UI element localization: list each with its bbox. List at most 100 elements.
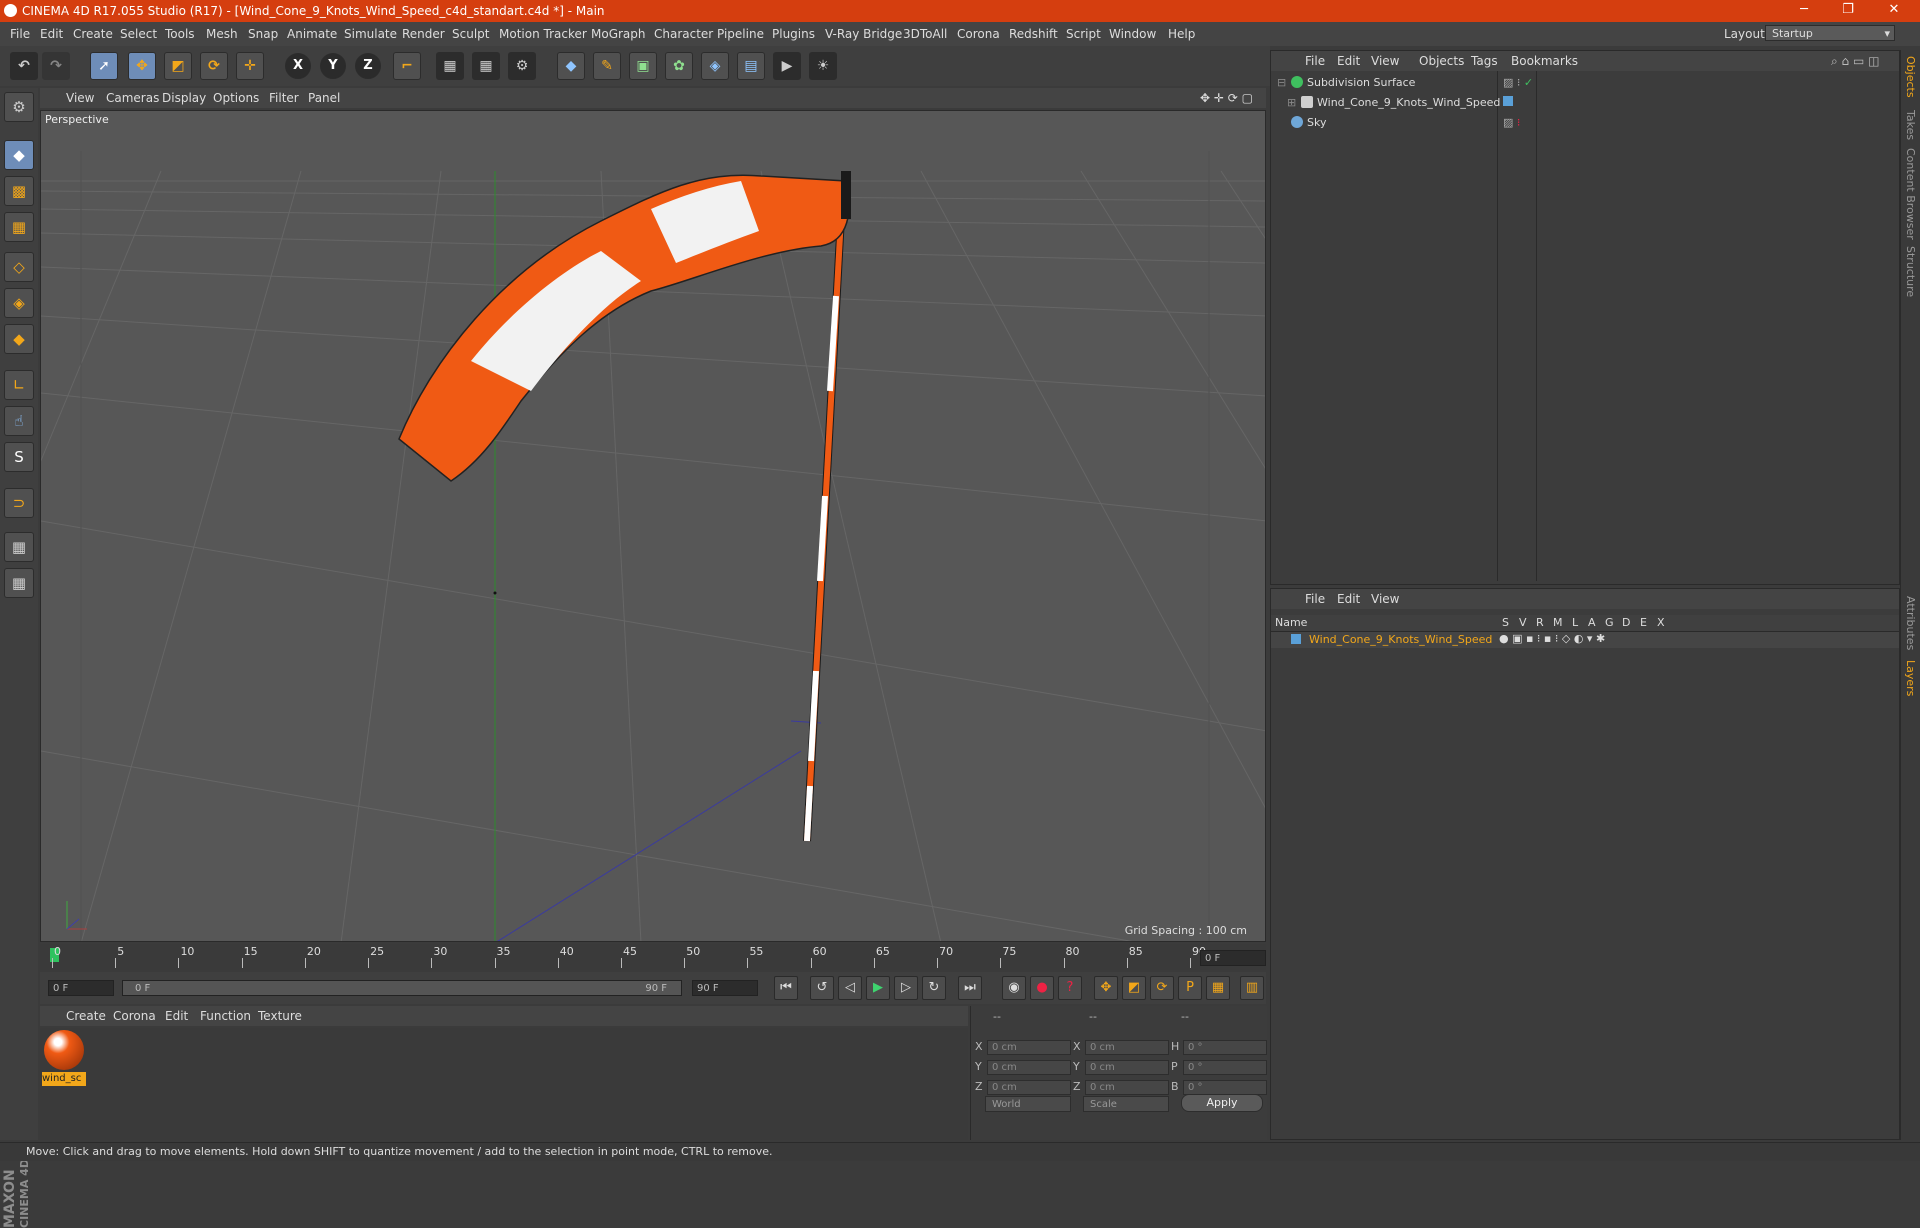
viewport-menu-options[interactable]: Options: [213, 91, 259, 105]
menu-plugins[interactable]: Plugins: [772, 27, 815, 41]
menu-mograph[interactable]: MoGraph: [591, 27, 646, 41]
tab-attributes[interactable]: Attributes: [1904, 596, 1917, 650]
start-frame-field[interactable]: 0 F: [48, 980, 114, 996]
menu-animate[interactable]: Animate: [287, 27, 337, 41]
cube-primitive-icon[interactable]: ◆: [557, 52, 585, 80]
polygons-mode-icon[interactable]: ◆: [4, 324, 34, 354]
rotation-b-field[interactable]: 0 °: [1183, 1080, 1267, 1095]
menu-redshift[interactable]: Redshift: [1009, 27, 1058, 41]
viewport-navigation-icons[interactable]: ✥ ✛ ⟳ ▢: [1200, 91, 1253, 105]
om-menu-objects[interactable]: Objects: [1419, 54, 1464, 68]
menu-tools[interactable]: Tools: [165, 27, 195, 41]
tab-objects[interactable]: Objects: [1904, 56, 1917, 98]
layer-color-swatch[interactable]: [1291, 634, 1301, 644]
object-visibility-icon[interactable]: ▨ ⁝ ✓: [1503, 76, 1533, 89]
menu-3dtoall[interactable]: 3DToAll: [903, 27, 947, 41]
menu-snap[interactable]: Snap: [248, 27, 278, 41]
menu-help[interactable]: Help: [1168, 27, 1195, 41]
magnet-icon[interactable]: ⊃: [4, 488, 34, 518]
go-to-end-icon[interactable]: ⏭: [958, 976, 982, 1000]
om-search-home-icons[interactable]: ⌕ ⌂ ▭ ◫: [1831, 54, 1879, 69]
lm-menu-file[interactable]: File: [1305, 592, 1325, 606]
viewport-menu-panel[interactable]: Panel: [308, 91, 340, 105]
snap-icon[interactable]: S: [4, 442, 34, 472]
lm-menu-view[interactable]: View: [1371, 592, 1399, 606]
lock-workplane-icon[interactable]: ▦: [4, 532, 34, 562]
menu-script[interactable]: Script: [1066, 27, 1101, 41]
material-menu-edit[interactable]: Edit: [165, 1009, 188, 1023]
menu-create[interactable]: Create: [73, 27, 113, 41]
object-row[interactable]: Sky ▨ ⁝: [1273, 113, 1897, 132]
frame-range-slider[interactable]: 0 F 90 F: [122, 980, 682, 996]
key-scale-icon[interactable]: ◩: [1122, 976, 1146, 1000]
material-menu-corona[interactable]: Corona: [113, 1009, 156, 1023]
scale-tool-icon[interactable]: ◩: [164, 52, 192, 80]
z-axis-lock-button[interactable]: Z: [355, 53, 381, 79]
viewport-menu-filter[interactable]: Filter: [269, 91, 299, 105]
transform-mode-select[interactable]: Scale: [1083, 1096, 1169, 1112]
om-menu-tags[interactable]: Tags: [1471, 54, 1498, 68]
layer-toggle-icons[interactable]: ● ▣ ▪ ⁝ ▪ ⁝ ◇ ◐ ▾ ✱: [1499, 632, 1605, 645]
tweak-mode-icon[interactable]: ☝: [4, 406, 34, 436]
transform-tool-icon[interactable]: ✛: [236, 52, 264, 80]
floor-environment-icon[interactable]: ▤: [737, 52, 765, 80]
previous-frame-icon[interactable]: ◁: [838, 976, 862, 1000]
key-parameter-icon[interactable]: P: [1178, 976, 1202, 1000]
record-keys-icon[interactable]: ◉: [1002, 976, 1026, 1000]
undo-icon[interactable]: ↶: [10, 52, 38, 80]
render-settings-icon[interactable]: ⚙: [508, 52, 536, 80]
render-to-picture-viewer-icon[interactable]: ▦: [472, 52, 500, 80]
axis-mode-icon[interactable]: ∟: [4, 370, 34, 400]
viewport-menu-display[interactable]: Display: [162, 91, 206, 105]
light-bulb-icon[interactable]: ☀: [809, 52, 837, 80]
menu-pipeline[interactable]: Pipeline: [717, 27, 764, 41]
tab-layers[interactable]: Layers: [1904, 660, 1917, 696]
camera-icon[interactable]: ▶: [773, 52, 801, 80]
move-tool-icon[interactable]: ✥: [128, 52, 156, 80]
points-mode-icon[interactable]: ◇: [4, 252, 34, 282]
rotate-tool-icon[interactable]: ⟳: [200, 52, 228, 80]
autokeying-icon[interactable]: ●: [1030, 976, 1054, 1000]
rotation-h-field[interactable]: 0 °: [1183, 1040, 1267, 1055]
texture-mode-icon[interactable]: ▩: [4, 176, 34, 206]
layout-select[interactable]: Startup ▾: [1765, 25, 1895, 41]
rotation-p-field[interactable]: 0 °: [1183, 1060, 1267, 1075]
y-axis-lock-button[interactable]: Y: [320, 53, 346, 79]
maximize-button[interactable]: ❐: [1830, 2, 1866, 20]
subdivision-surface-icon[interactable]: ▣: [629, 52, 657, 80]
menu-render[interactable]: Render: [402, 27, 445, 41]
keyframe-selection-icon[interactable]: ?: [1058, 976, 1082, 1000]
menu-window[interactable]: Window: [1109, 27, 1156, 41]
layer-row[interactable]: Wind_Cone_9_Knots_Wind_Speed ● ▣ ▪ ⁝ ▪ ⁝…: [1271, 632, 1899, 648]
edges-mode-icon[interactable]: ◈: [4, 288, 34, 318]
material-menu-texture[interactable]: Texture: [258, 1009, 302, 1023]
expand-icon[interactable]: ⊟: [1277, 76, 1286, 89]
menu-sculpt[interactable]: Sculpt: [452, 27, 489, 41]
om-menu-view[interactable]: View: [1371, 54, 1399, 68]
perspective-viewport[interactable]: Perspective Grid Spacing : 100 cm: [40, 110, 1266, 942]
menu-edit[interactable]: Edit: [40, 27, 63, 41]
key-position-icon[interactable]: ✥: [1094, 976, 1118, 1000]
next-key-icon[interactable]: ↻: [922, 976, 946, 1000]
deformer-icon[interactable]: ◈: [701, 52, 729, 80]
redo-icon[interactable]: ↷: [42, 52, 70, 80]
object-row[interactable]: ⊞ Wind_Cone_9_Knots_Wind_Speed: [1273, 93, 1897, 112]
coordinate-system-icon[interactable]: ⌐: [393, 52, 421, 80]
menu-mesh[interactable]: Mesh: [206, 27, 238, 41]
end-frame-field[interactable]: 90 F: [692, 980, 758, 996]
coordinate-mode-select[interactable]: World: [985, 1096, 1071, 1112]
previous-key-icon[interactable]: ↺: [810, 976, 834, 1000]
current-frame-field[interactable]: 0 F: [1200, 950, 1266, 966]
lm-menu-edit[interactable]: Edit: [1337, 592, 1360, 606]
size-z-field[interactable]: 0 cm: [1085, 1080, 1169, 1095]
make-editable-icon[interactable]: ⚙: [4, 92, 34, 122]
x-axis-lock-button[interactable]: X: [285, 53, 311, 79]
cloner-icon[interactable]: ✿: [665, 52, 693, 80]
position-y-field[interactable]: 0 cm: [987, 1060, 1071, 1075]
planar-workplane-icon[interactable]: ▦: [4, 568, 34, 598]
material-menu-create[interactable]: Create: [66, 1009, 106, 1023]
timeline-window-icon[interactable]: ▥: [1240, 976, 1264, 1000]
model-mode-icon[interactable]: ◆: [4, 140, 34, 170]
material-menu-function[interactable]: Function: [200, 1009, 251, 1023]
om-menu-file[interactable]: File: [1305, 54, 1325, 68]
